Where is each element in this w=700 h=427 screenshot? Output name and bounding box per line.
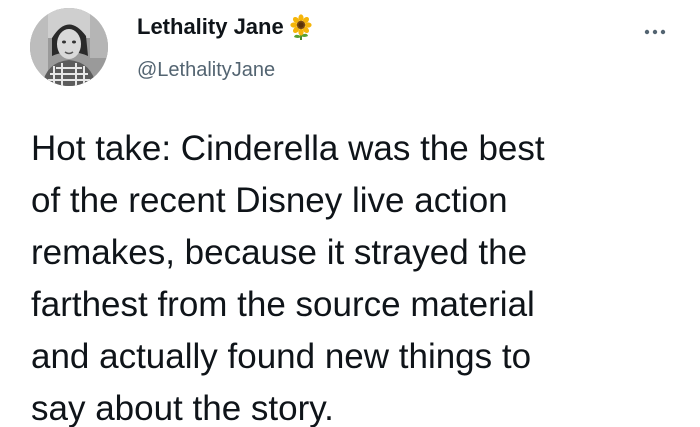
display-name-text: Lethality Jane bbox=[137, 14, 284, 39]
display-name[interactable]: Lethality Jane bbox=[137, 14, 314, 41]
tweet-card: Lethality Jane @LethalityJane Hot take: … bbox=[0, 0, 700, 427]
more-options-button[interactable] bbox=[640, 22, 670, 42]
avatar-photo bbox=[30, 8, 108, 86]
sunflower-icon bbox=[288, 14, 314, 41]
handle[interactable]: @LethalityJane bbox=[137, 58, 275, 82]
more-dots-icon bbox=[644, 29, 666, 35]
avatar[interactable] bbox=[30, 8, 108, 86]
tweet-text: Hot take: Cinderella was the best of the… bbox=[31, 129, 545, 427]
